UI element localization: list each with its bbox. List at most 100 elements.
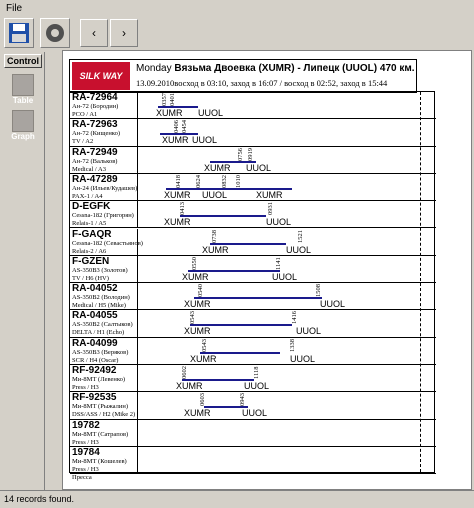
aircraft-type: AS-350B3 (Веряков) xyxy=(72,348,129,356)
page-title: Monday Вязьма Двоевка (XUMR) - Липецк (U… xyxy=(136,63,415,74)
time-label: 0943 xyxy=(239,393,246,407)
arrival-label: UUOL xyxy=(296,326,322,337)
aircraft-info: RA-72949 Ан-72 (Вальков) Medical / A3 xyxy=(70,146,138,173)
time-label: 0543 xyxy=(201,338,208,352)
aircraft-role: Medical / H5 (Mike) xyxy=(72,302,126,310)
aircraft-type: Ми-8МТ (Сатрапов) xyxy=(72,430,129,438)
time-label: 0454 xyxy=(181,120,188,134)
aircraft-info: D-EGFK Cessna-182 (Григорян) Relais-1 / A5 xyxy=(70,201,138,228)
aircraft-role: Press / H3 xyxy=(72,438,99,446)
aircraft-type: Ан-24 (Ильев/Кудашев) xyxy=(72,184,138,192)
aircraft-type: AS-350B3 (Золотов) xyxy=(72,266,128,274)
aircraft-role: TV / A2 xyxy=(72,138,94,146)
departure-label: XUMR xyxy=(156,108,183,118)
aircraft-registration: RA-72964 xyxy=(72,92,118,103)
aircraft-info: RA-04052 AS-350B2 (Володин) Medical / H5 (… xyxy=(70,283,138,310)
sidebar-item-table[interactable]: Table xyxy=(4,74,42,105)
aircraft-registration: D-EGFK xyxy=(72,201,111,213)
aircraft-registration: 19784 xyxy=(72,446,100,458)
time-label: 1416 xyxy=(291,311,298,325)
departure-label: XUMR xyxy=(176,381,203,391)
aircraft-type: Cessna-182 (Григорян) xyxy=(72,212,134,220)
settings-button[interactable] xyxy=(40,18,70,48)
menubar: File xyxy=(0,0,474,16)
table-row[interactable]: 19782 Ми-8МТ (Сатрапов) Press / H3 xyxy=(70,419,436,447)
next-button[interactable]: › xyxy=(110,19,138,47)
aircraft-registration: RA-04099 xyxy=(72,337,118,349)
flight-bar[interactable] xyxy=(194,297,322,300)
aircraft-info: F-GAQR Cessna-182 (Севастьянов) Relais-2 /… xyxy=(70,228,143,255)
aircraft-info: 19782 Ми-8МТ (Сатрапов) Press / H3 xyxy=(70,419,138,446)
aircraft-registration: 19782 xyxy=(72,419,100,431)
table-row[interactable]: RA-72963 Ан-72 (Кищенко) TV / A2 XUMR UUOL 04… xyxy=(70,119,436,147)
graph-icon xyxy=(12,110,34,132)
toolbar: ‹ › xyxy=(0,16,474,50)
table-row[interactable]: 19784 Ми-8МТ (Кошелев) Press / H3 Пресса xyxy=(70,446,436,481)
arrival-label: UUOL xyxy=(290,353,316,364)
menu-file[interactable]: File xyxy=(6,3,22,14)
aircraft-registration: RA-04055 xyxy=(72,310,118,322)
departure-label: XUMR xyxy=(202,244,229,255)
aircraft-role: PAX-1 / A4 xyxy=(72,192,103,200)
arrival-label: UUOL xyxy=(266,217,292,228)
table-row[interactable]: RA-72949 Ан-72 (Вальков) Medical / A3 XUMR U… xyxy=(70,146,436,174)
status-text: 14 records found. xyxy=(4,494,75,504)
save-button[interactable] xyxy=(4,18,34,48)
departure-label: XUMR xyxy=(184,408,211,419)
time-label: 0550 xyxy=(191,256,198,270)
time-label: 0418 xyxy=(175,174,182,188)
table-row[interactable]: RA-04099 AS-350B3 (Веряков) SCR / H4 (Osca… xyxy=(70,337,436,365)
aircraft-type: Cessna-182 (Севастьянов) xyxy=(72,239,143,247)
arrival-label: UUOL xyxy=(286,244,312,255)
aircraft-registration: F-GZEN xyxy=(72,255,110,267)
table-row[interactable]: RA-04055 AS-350B2 (Салтыков) DELTA / H1 (E… xyxy=(70,310,436,338)
time-label: 1010 xyxy=(235,174,242,188)
time-label: 0756 xyxy=(237,147,244,161)
departure-label: XUMR xyxy=(164,189,191,200)
flight-bar[interactable] xyxy=(180,215,266,218)
time-label: 1118 xyxy=(253,366,260,379)
arrival-label: UUOL xyxy=(192,135,218,146)
time-label: 0832 xyxy=(221,174,228,188)
time-label: 0401 xyxy=(169,93,176,106)
table-row[interactable]: RA-72964 Ан-72 (Бородин) PCO / A1 XUMR UUOL 0… xyxy=(70,92,436,120)
aircraft-info: RA-72963 Ан-72 (Кищенко) TV / A2 xyxy=(70,119,138,146)
aircraft-role: SCR / H4 (Oscar) xyxy=(72,356,119,364)
arrival-label: UUOL xyxy=(244,381,270,391)
floppy-icon xyxy=(9,23,29,43)
arrival-label: UUOL xyxy=(242,408,268,419)
time-label: 0919 xyxy=(247,147,254,161)
aircraft-type: AS-350B2 (Салтыков) xyxy=(72,321,133,329)
table-row[interactable]: F-GAQR Cessna-182 (Севастьянов) Relais-2 /… xyxy=(70,228,436,256)
departure-label: XUMR xyxy=(184,326,211,337)
departure-label: XUMR xyxy=(164,217,191,228)
sidebar-item-label: Table xyxy=(12,96,34,105)
sidebar-item-graph[interactable]: Graph xyxy=(4,110,42,141)
departure-label: XUMR xyxy=(162,135,189,146)
time-label: 0357 xyxy=(161,93,168,106)
table-row[interactable]: D-EGFK Cessna-182 (Григорян) Relais-1 / A5… xyxy=(70,201,436,229)
table-row[interactable]: RF-92492 Ми-8МТ (Левенко) Press / H3 XUMR UU… xyxy=(70,365,436,393)
tab-control[interactable]: Control xyxy=(4,54,42,68)
departure-label: XUMR xyxy=(204,162,231,173)
time-label: 0603 xyxy=(199,393,206,407)
aircraft-info: RF-92535 Ми-8МТ (Рыжалин) DSS/ASS / H2 (Mi… xyxy=(70,392,138,419)
airline-logo: SILK WAY xyxy=(72,62,130,90)
time-label: 1141 xyxy=(275,257,282,270)
arrival-label: UUOL xyxy=(202,189,228,200)
aircraft-registration: RF-92492 xyxy=(72,365,117,376)
aircraft-role: Medical / A3 xyxy=(72,165,106,173)
table-row[interactable]: RF-92535 Ми-8МТ (Рыжалин) DSS/ASS / H2 (Mi… xyxy=(70,392,436,420)
table-icon xyxy=(12,74,34,96)
prev-button[interactable]: ‹ xyxy=(80,19,108,47)
status-bar: 14 records found. xyxy=(0,490,474,508)
table-row[interactable]: F-GZEN AS-350B3 (Золотов) TV / H6 (HV) XUMR… xyxy=(70,255,436,284)
table-row[interactable]: RA-47289 Ан-24 (Ильев/Кудашев) PAX-1 / A4 X… xyxy=(70,173,436,202)
aircraft-info: F-GZEN AS-350B3 (Золотов) TV / H6 (HV) xyxy=(70,255,138,283)
aircraft-type: Ми-8МТ (Левенко) xyxy=(72,376,126,383)
time-label: 0624 xyxy=(195,174,202,188)
aircraft-role: TV / H6 (HV) xyxy=(72,274,109,282)
aircraft-type: Ан-72 (Бородин) xyxy=(72,103,119,110)
aircraft-info: 19784 Ми-8МТ (Кошелев) Press / H3 Пресса xyxy=(70,446,138,481)
table-row[interactable]: RA-04052 AS-350B2 (Володин) Medical / H5 (… xyxy=(70,283,436,311)
